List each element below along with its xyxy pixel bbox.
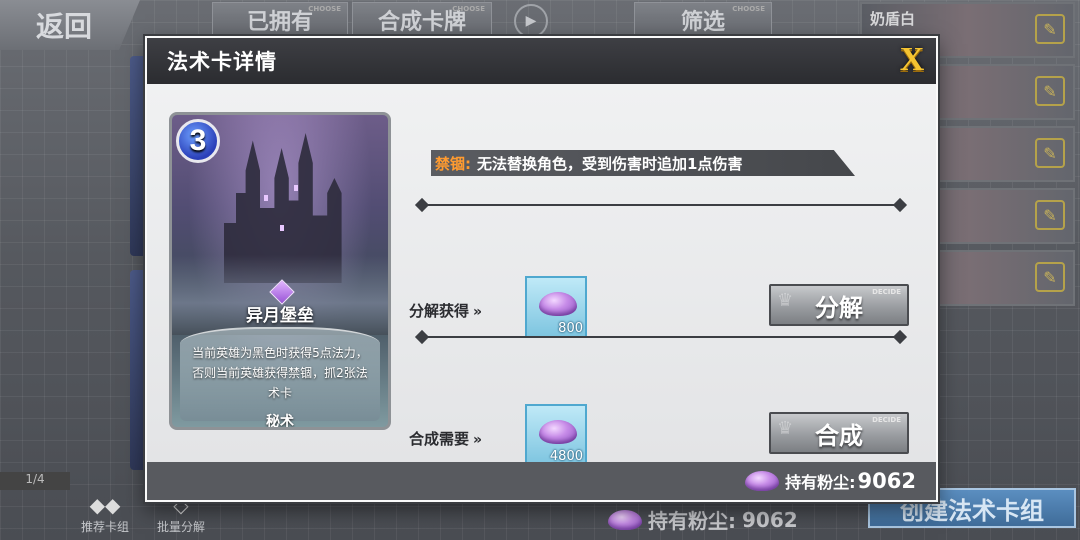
- decompose-label: 分解获得: [409, 302, 470, 320]
- crown-icon: ♛: [777, 418, 794, 439]
- compose-label: 合成需要: [409, 430, 470, 448]
- divider-line: [425, 204, 897, 206]
- decompose-button-sub: DECIDE: [872, 288, 901, 296]
- page-indicator: 1/4: [0, 472, 70, 490]
- divider-diamond: [892, 197, 908, 213]
- divider-diamond: [892, 329, 908, 345]
- spell-card-detail-modal: 法术卡详情 X 3 异月堡垒 当前英雄为黑色时获得5点法力，否则当前英雄获得禁锢…: [145, 36, 938, 502]
- dust-icon: [608, 509, 642, 530]
- card-name: 异月堡垒: [246, 306, 314, 326]
- edit-icon[interactable]: ✎: [1035, 76, 1065, 106]
- recommend-icon: ◆◆: [89, 493, 121, 517]
- keyword-name: 禁锢:: [435, 154, 471, 173]
- modal-footer: 持有粉尘: 9062: [147, 462, 936, 500]
- tab-synthesize-sub: CHOOSE: [452, 5, 485, 13]
- dust-icon: [539, 292, 577, 316]
- spell-card: 3 异月堡垒 当前英雄为黑色时获得5点法力，否则当前英雄获得禁锢，抓2张法术卡 …: [169, 112, 391, 430]
- card-cost: 3: [176, 119, 220, 163]
- background-dust-label: 持有粉尘:: [648, 509, 736, 533]
- tab-owned[interactable]: 已拥有 CHOOSE: [212, 2, 348, 38]
- compose-cost-item: 4800: [525, 404, 587, 466]
- footer-dust-value: 9062: [857, 469, 916, 493]
- play-icon[interactable]: ▶: [514, 4, 548, 38]
- tab-synthesize[interactable]: 合成卡牌 CHOOSE: [352, 2, 492, 38]
- recommended-deck-label: 推荐卡组: [80, 520, 129, 534]
- crown-icon: ♛: [777, 290, 794, 311]
- compose-button-sub: DECIDE: [872, 416, 901, 424]
- compose-button-label: 合成: [815, 421, 863, 450]
- tab-filter-sub: CHOOSE: [732, 5, 765, 13]
- recommended-deck-button[interactable]: ◆◆ 推荐卡组: [70, 492, 140, 535]
- edit-icon[interactable]: ✎: [1035, 14, 1065, 44]
- divider-line: [425, 336, 897, 338]
- compose-row-label: 合成需要»: [409, 428, 482, 449]
- card-type: 秘术: [266, 414, 294, 430]
- card-description: 当前英雄为黑色时获得5点法力，否则当前英雄获得禁锢，抓2张法术卡: [192, 346, 368, 400]
- double-chevron-icon: »: [473, 432, 483, 448]
- back-button[interactable]: 返回: [0, 0, 140, 50]
- castle-window: [264, 195, 268, 201]
- modal-body: 3 异月堡垒 当前英雄为黑色时获得5点法力，否则当前英雄获得禁锢，抓2张法术卡 …: [147, 84, 936, 466]
- decompose-button[interactable]: ♛ 分解 DECIDE: [769, 284, 909, 326]
- deck-name: 奶盾白: [870, 10, 916, 28]
- dust-icon: [539, 420, 577, 444]
- divider: [413, 197, 909, 213]
- keyword-banner: 禁锢: 无法替换角色，受到伤害时追加1点伤害: [431, 150, 855, 176]
- divider: [413, 329, 909, 345]
- castle-window: [280, 225, 284, 231]
- tab-filter-label: 筛选: [680, 10, 725, 35]
- double-chevron-icon: »: [473, 304, 483, 320]
- edit-icon[interactable]: ✎: [1035, 138, 1065, 168]
- close-icon[interactable]: X: [896, 43, 928, 77]
- castle-window: [294, 185, 298, 191]
- decompose-reward-item: 800: [525, 276, 587, 338]
- compose-button[interactable]: ♛ 合成 DECIDE: [769, 412, 909, 454]
- modal-header: 法术卡详情 X: [147, 38, 936, 84]
- tab-owned-sub: CHOOSE: [308, 5, 341, 13]
- keyword-description: 无法替换角色，受到伤害时追加1点伤害: [477, 154, 743, 173]
- edit-icon[interactable]: ✎: [1035, 262, 1065, 292]
- dust-icon: [745, 471, 780, 491]
- modal-title: 法术卡详情: [167, 50, 277, 74]
- footer-dust-label: 持有粉尘:: [785, 473, 856, 492]
- background-dust-value: 9062: [742, 507, 798, 532]
- edit-icon[interactable]: ✎: [1035, 200, 1065, 230]
- background-dust-counter: 持有粉尘: 9062: [608, 505, 798, 534]
- decompose-button-label: 分解: [815, 293, 863, 322]
- batch-decompose-label: 批量分解: [156, 520, 205, 534]
- tab-filter[interactable]: 筛选 CHOOSE: [634, 2, 772, 38]
- tab-owned-label: 已拥有: [246, 10, 313, 35]
- decompose-row-label: 分解获得»: [409, 300, 482, 321]
